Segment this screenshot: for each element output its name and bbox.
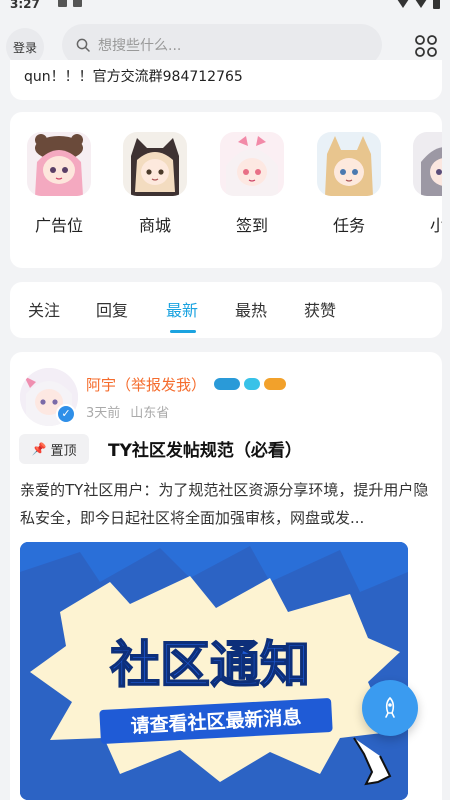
- rocket-icon: [385, 696, 395, 718]
- anime-avatar-icon: [123, 132, 187, 196]
- feature-label: 广告位: [34, 216, 83, 235]
- tab-liked[interactable]: 获赞: [304, 297, 336, 321]
- feature-label: 任务: [332, 216, 365, 235]
- feature-label: 签到: [235, 216, 268, 235]
- feature-tasks[interactable]: 任务: [316, 132, 382, 236]
- feed-tabs: 关注 回复 最新 最热 获赞: [10, 282, 442, 338]
- post-body: 亲爱的TY社区用户：为了规范社区资源分享环境，提升用户隐私安全，即今日起社区将全…: [20, 481, 429, 527]
- post-time: 3天前: [86, 406, 121, 421]
- pin-icon: 📌: [31, 442, 47, 456]
- verified-icon: ✓: [56, 404, 76, 424]
- notification-icons: [58, 0, 82, 7]
- post-location: 山东省: [130, 406, 170, 421]
- notice-text: qun！！！官方交流群984712765: [24, 69, 243, 85]
- tab-indicator: [170, 330, 196, 333]
- tab-latest[interactable]: 最新: [166, 297, 198, 321]
- feature-partial[interactable]: 小: [412, 132, 442, 236]
- new-post-button[interactable]: [362, 680, 418, 736]
- feature-label: 商城: [138, 216, 171, 235]
- anime-avatar-icon: [27, 132, 91, 196]
- tab-follow[interactable]: 关注: [28, 297, 60, 321]
- rank-badge-icon: [264, 378, 286, 390]
- post-title[interactable]: TY社区发帖规范（必看）: [108, 436, 302, 461]
- feature-ad-slot[interactable]: 广告位: [26, 132, 92, 236]
- author-name[interactable]: 阿宇（举报发我）: [86, 374, 206, 395]
- anime-avatar-icon: [317, 132, 381, 196]
- anime-avatar-icon: [220, 132, 284, 196]
- post-image[interactable]: 社区通知 请查看社区最新消息: [20, 542, 408, 800]
- battery-icon: [433, 0, 440, 9]
- notification-icon: [58, 0, 67, 7]
- level-badge-icon: [214, 378, 240, 390]
- notification-icon: [73, 0, 82, 7]
- author-badges: [214, 378, 286, 390]
- vip-badge-icon: [244, 378, 260, 390]
- pinned-tag: 📌 置顶: [19, 434, 89, 464]
- grid-menu-icon[interactable]: [414, 34, 438, 58]
- feature-checkin[interactable]: 签到: [219, 132, 285, 236]
- feature-shortcuts: 广告位 商城 签到 任务 小: [10, 112, 442, 268]
- feature-label: 小: [430, 216, 442, 235]
- post-image-headline: 社区通知: [110, 636, 310, 694]
- post-meta: 3天前 山东省: [86, 402, 169, 421]
- system-icons: [397, 0, 440, 9]
- signal-icon: [415, 0, 427, 8]
- search-placeholder: 想搜些什么...: [98, 38, 182, 54]
- wifi-icon: [397, 0, 409, 8]
- search-icon: [76, 38, 90, 52]
- tab-replies[interactable]: 回复: [96, 297, 128, 321]
- status-bar: 3:27: [0, 0, 450, 14]
- pinned-label: 置顶: [50, 443, 77, 459]
- anime-avatar-icon: [413, 132, 442, 196]
- feature-shop[interactable]: 商城: [122, 132, 188, 236]
- tab-hottest[interactable]: 最热: [235, 297, 267, 321]
- notice-card[interactable]: qun！！！官方交流群984712765: [10, 60, 442, 100]
- status-time: 3:27: [10, 0, 40, 11]
